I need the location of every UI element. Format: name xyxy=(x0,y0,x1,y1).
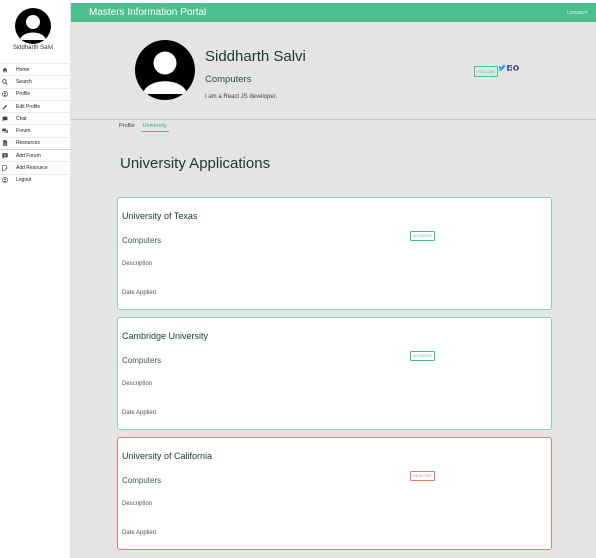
pencil-icon xyxy=(1,103,8,110)
logout-icon xyxy=(1,177,8,184)
section-title: University Applications xyxy=(120,155,271,172)
follow-button[interactable]: FOLLOW xyxy=(474,66,498,77)
sidebar-menu: Home Search Profile Edit Profile Chat Fo… xyxy=(0,63,71,186)
main-content: Siddharth Salvi Computers I am a React J… xyxy=(71,22,596,558)
application-date: Date Applied xyxy=(122,530,157,536)
sidebar-item-resources[interactable]: Resources xyxy=(0,136,71,149)
application-description: Description xyxy=(122,501,153,507)
profile-department: Computers xyxy=(205,74,252,85)
sidebar: Siddharth Salvi Home Search Profile Edit… xyxy=(0,0,71,558)
forum-icon xyxy=(1,128,8,135)
sidebar-item-label: Chat xyxy=(16,115,27,122)
sidebar-item-profile[interactable]: Profile xyxy=(0,87,71,100)
document-icon xyxy=(1,140,8,147)
sidebar-item-label: Logout xyxy=(16,177,32,184)
app-title[interactable]: Masters Information Portal xyxy=(89,7,206,18)
application-date: Date Applied xyxy=(122,410,157,416)
sidebar-item-edit-profile[interactable]: Edit Profile xyxy=(0,99,71,112)
facebook-icon[interactable] xyxy=(507,65,512,73)
application-card: University of California Computers Descr… xyxy=(117,437,552,550)
profile-avatar xyxy=(135,40,195,100)
profile-tabs: Profile University xyxy=(117,122,169,132)
user-icon xyxy=(1,91,8,98)
university-name: Cambridge University xyxy=(122,331,209,341)
social-links xyxy=(498,65,519,73)
profile-divider xyxy=(71,119,596,120)
sidebar-item-label: Resources xyxy=(16,140,40,147)
status-badge: ACCEPTED xyxy=(410,231,435,241)
status-badge: REJECTED xyxy=(410,471,435,481)
application-department: Computers xyxy=(122,236,162,245)
app-header: Masters Information Portal LOGOUT xyxy=(71,3,596,22)
sidebar-item-label: Forum xyxy=(16,128,31,135)
sidebar-item-forum[interactable]: Forum xyxy=(0,124,71,136)
university-name: University of California xyxy=(122,451,213,461)
sidebar-item-chat[interactable]: Chat xyxy=(0,112,71,124)
add-forum-icon xyxy=(1,152,8,159)
sidebar-item-label: Edit Profile xyxy=(16,103,41,110)
profile-name: Siddharth Salvi xyxy=(205,48,306,65)
twitter-icon[interactable] xyxy=(498,65,506,73)
github-icon[interactable] xyxy=(513,65,519,73)
sidebar-item-label: Add Forum xyxy=(16,152,41,159)
sidebar-item-home[interactable]: Home xyxy=(0,63,71,75)
logout-button[interactable]: LOGOUT xyxy=(567,10,588,15)
application-card: University of Texas Computers Descriptio… xyxy=(117,197,552,310)
sidebar-item-label: Search xyxy=(16,78,32,85)
sidebar-item-label: Home xyxy=(16,66,30,73)
tab-university[interactable]: University xyxy=(140,122,169,132)
edit-document-icon xyxy=(1,165,8,172)
sidebar-item-logout[interactable]: Logout xyxy=(0,173,71,186)
sidebar-avatar[interactable] xyxy=(15,8,51,44)
sidebar-item-add-resource[interactable]: Add Resource xyxy=(0,161,71,173)
university-name: University of Texas xyxy=(122,211,198,221)
application-description: Description xyxy=(122,381,153,387)
chat-icon xyxy=(1,115,8,122)
sidebar-user-name: Siddharth Salvi xyxy=(12,45,54,51)
application-card: Cambridge University Computers Descripti… xyxy=(117,317,552,430)
sidebar-item-search[interactable]: Search xyxy=(0,75,71,87)
sidebar-item-label: Add Resource xyxy=(16,165,48,172)
status-badge: ACCEPTED xyxy=(410,351,435,361)
application-description: Description xyxy=(122,261,153,267)
application-date: Date Applied xyxy=(122,290,157,296)
profile-bio: I am a React JS developer. xyxy=(205,94,278,100)
sidebar-item-add-forum[interactable]: Add Forum xyxy=(0,149,71,161)
search-icon xyxy=(1,78,8,85)
tab-profile[interactable]: Profile xyxy=(117,122,137,132)
application-department: Computers xyxy=(122,476,162,485)
application-department: Computers xyxy=(122,356,162,365)
home-icon xyxy=(1,66,8,73)
sidebar-item-label: Profile xyxy=(16,91,31,98)
